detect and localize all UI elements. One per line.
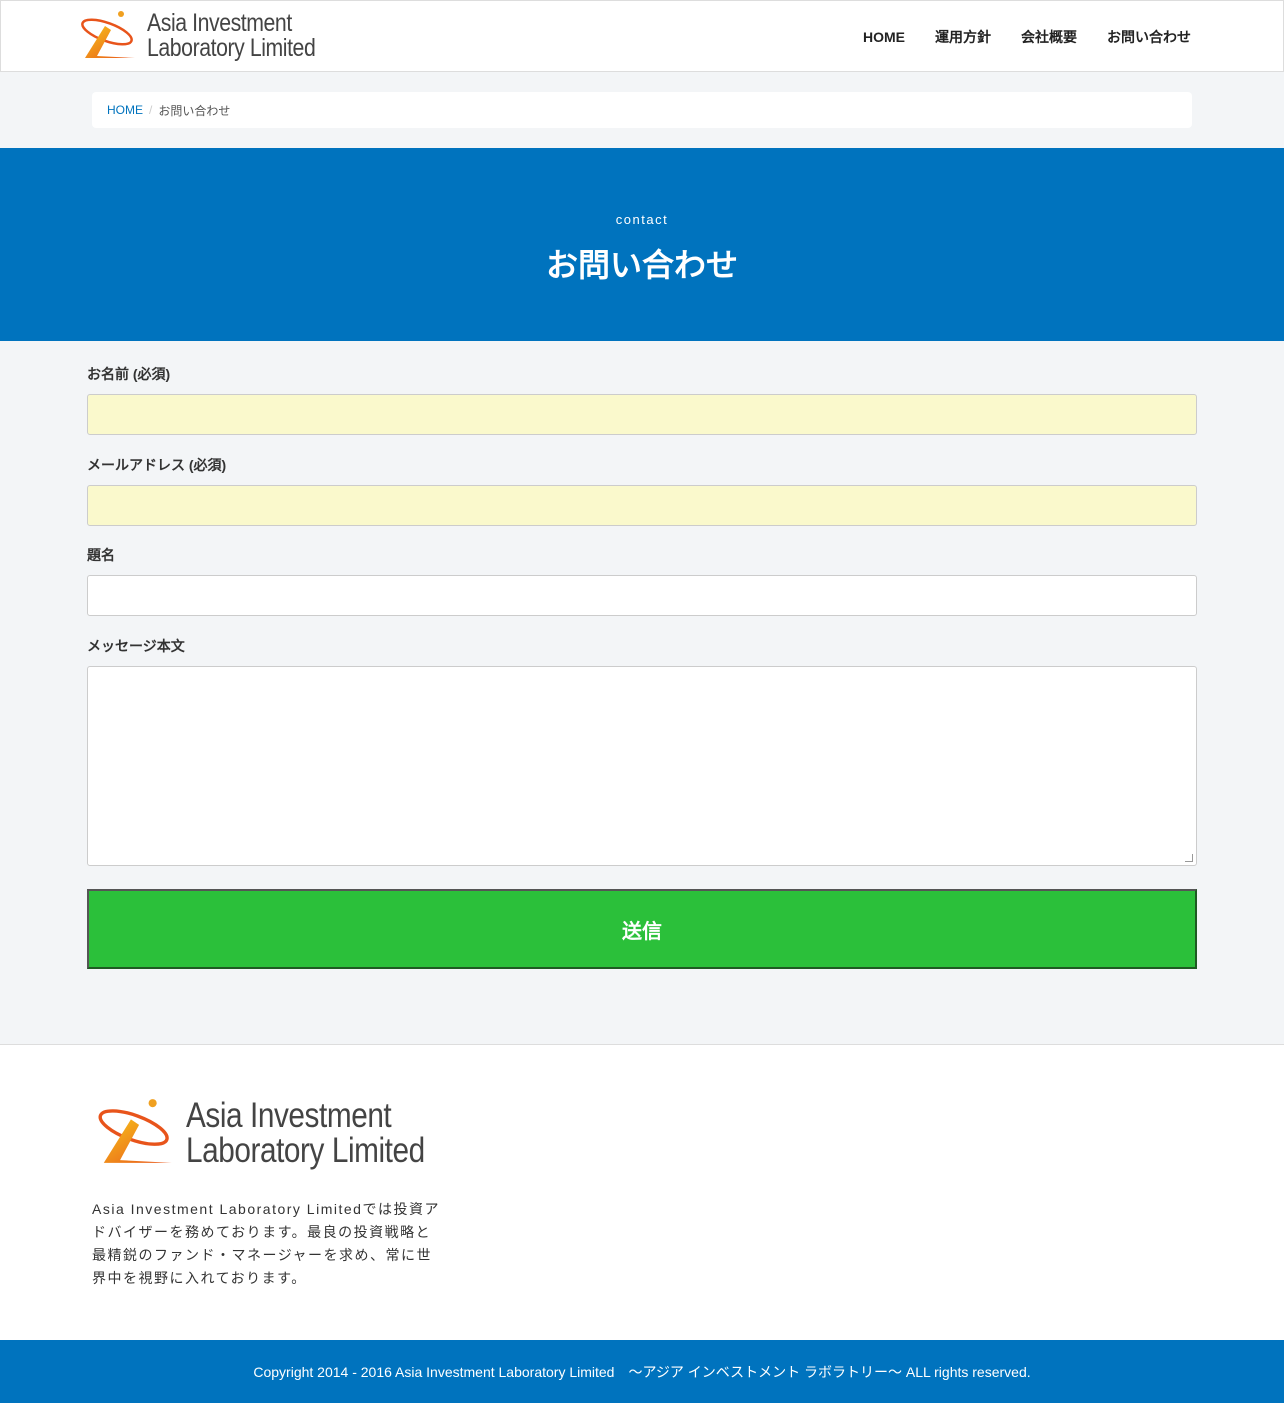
footer-logo-line-2: Laboratory Limited <box>186 1131 425 1170</box>
message-textarea[interactable] <box>87 666 1197 866</box>
footer-logo-text: Asia Investment Laboratory Limited <box>186 1098 467 1168</box>
site-header: Asia Investment Laboratory Limited HOME … <box>0 0 1284 72</box>
nav-contact[interactable]: お問い合わせ <box>1107 27 1191 47</box>
subject-input[interactable] <box>87 575 1197 616</box>
name-input[interactable] <box>87 394 1197 435</box>
footer-description: Asia Investment Laboratory Limitedでは投資アド… <box>92 1201 440 1286</box>
nav-policy[interactable]: 運用方針 <box>935 27 991 47</box>
footer-logo[interactable]: Asia Investment Laboratory Limited <box>92 1095 437 1171</box>
site-logo[interactable]: Asia Investment Laboratory Limited <box>77 7 317 65</box>
site-footer: Asia Investment Laboratory Limited Asia … <box>0 1044 1284 1340</box>
copyright-bar: Copyright 2014 - 2016 Asia Investment La… <box>0 1340 1284 1403</box>
footer-logo-icon <box>92 1095 178 1171</box>
main-nav: HOME 運用方針 会社概要 お問い合わせ <box>863 1 1191 73</box>
logo-text: Asia Investment Laboratory Limited <box>147 11 345 61</box>
page-title: お問い合わせ <box>545 247 738 283</box>
submit-button[interactable]: 送信 <box>87 889 1197 969</box>
message-label: メッセージ本文 <box>87 638 185 654</box>
breadcrumb-home-link[interactable]: HOME <box>107 103 143 117</box>
email-label: メールアドレス (必須) <box>87 457 227 473</box>
subject-label: 題名 <box>87 547 115 563</box>
resize-handle-icon[interactable] <box>1185 854 1193 862</box>
nav-company[interactable]: 会社概要 <box>1021 27 1077 47</box>
logo-line-1: Asia Investment <box>147 9 292 37</box>
logo-line-2: Laboratory Limited <box>147 34 316 62</box>
breadcrumb-separator: / <box>149 103 153 117</box>
breadcrumb: HOME / お問い合わせ <box>92 92 1192 128</box>
page-hero: contact お問い合わせ <box>0 148 1284 341</box>
page-subtitle: contact <box>615 212 669 227</box>
nav-home[interactable]: HOME <box>863 29 905 45</box>
name-label: お名前 (必須) <box>87 366 171 382</box>
logo-icon <box>77 8 139 64</box>
breadcrumb-current: お問い合わせ <box>158 103 231 118</box>
footer-logo-line-1: Asia Investment <box>186 1096 392 1135</box>
email-input[interactable] <box>87 485 1197 526</box>
